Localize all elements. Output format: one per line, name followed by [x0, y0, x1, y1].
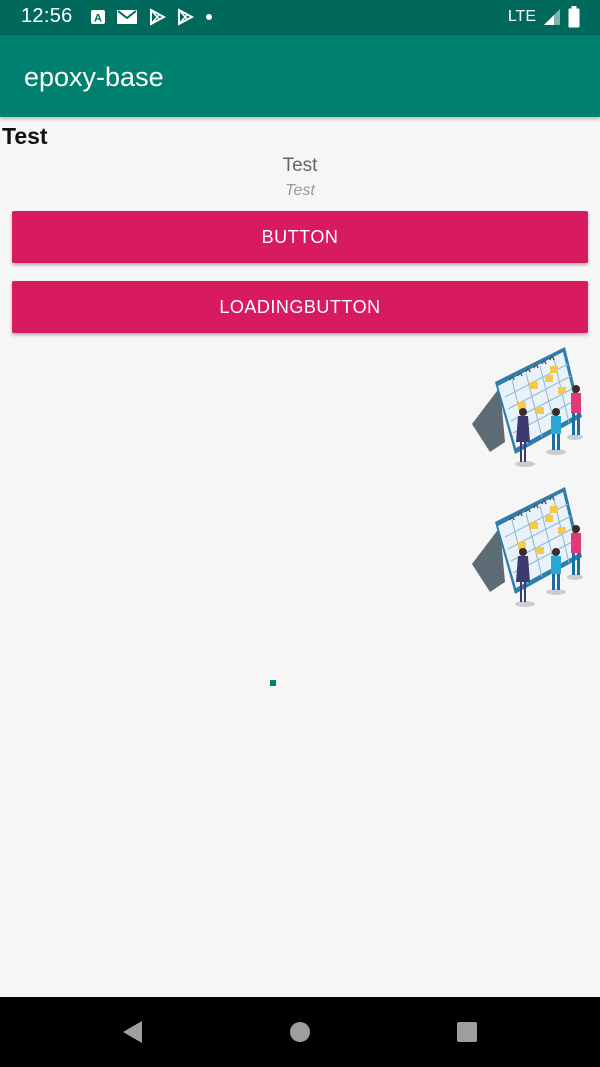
centered-subtitle: Test — [285, 182, 315, 199]
status-bar: 12:56 A LTE — [0, 0, 600, 35]
app-bar: epoxy-base — [0, 35, 600, 117]
network-type: LTE — [507, 8, 536, 25]
content-list[interactable]: Test Test Test BUTTON LOADINGBUTTON — [0, 117, 600, 997]
notification-icons: A — [90, 8, 214, 26]
play-store-icon — [178, 8, 194, 26]
calendar-planning-illustration — [472, 487, 583, 607]
recents-icon[interactable] — [454, 1019, 480, 1045]
play-store-icon — [150, 8, 166, 26]
dot-icon — [206, 14, 212, 20]
battery-icon — [568, 6, 580, 28]
signal-icon — [544, 9, 560, 25]
back-icon[interactable] — [120, 1019, 146, 1045]
gmail-icon — [117, 10, 137, 24]
loading-button[interactable]: LOADINGBUTTON — [12, 281, 588, 333]
app-title: epoxy-base — [24, 62, 164, 92]
system-icons: LTE — [508, 6, 580, 28]
status-time: 12:56 — [21, 5, 73, 27]
home-icon[interactable] — [287, 1019, 313, 1045]
calendar-planning-illustration — [472, 347, 583, 467]
centered-title: Test — [282, 155, 318, 176]
navigation-bar — [0, 997, 600, 1067]
heading-text: Test — [2, 123, 48, 149]
a-icon: A — [91, 10, 105, 25]
button[interactable]: BUTTON — [12, 211, 588, 263]
svg-text:A: A — [94, 13, 102, 25]
loading-indicator — [270, 680, 276, 686]
